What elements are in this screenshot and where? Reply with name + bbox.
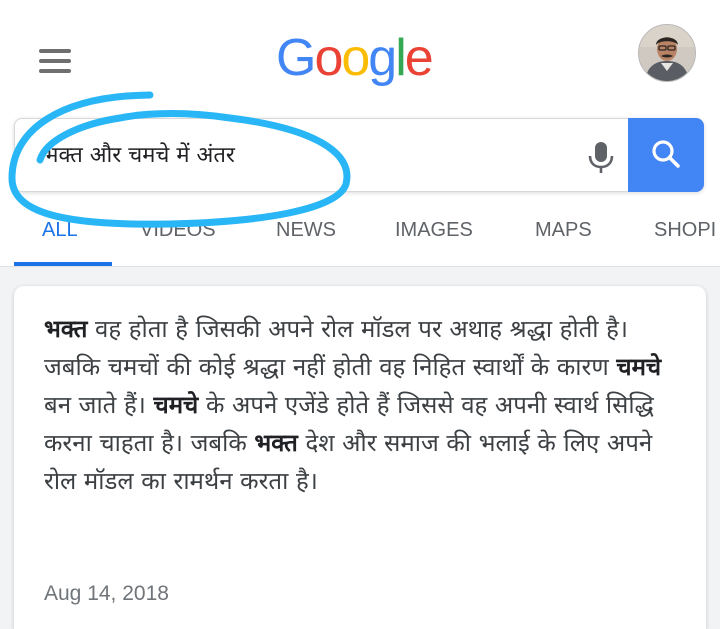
logo-letter: G — [276, 29, 316, 87]
logo-letter: e — [404, 29, 434, 87]
bold-term: भक्त — [254, 429, 298, 457]
user-avatar[interactable] — [638, 24, 696, 82]
snippet-text: भक्त वह होता है जिसकी अपने रोल मॉडल पर अ… — [44, 310, 684, 500]
bold-term: चमचे — [616, 353, 662, 381]
logo-letter: o — [341, 29, 370, 87]
menu-line — [39, 49, 71, 53]
tab-news[interactable]: NEWS — [276, 219, 336, 242]
featured-snippet-card[interactable]: भक्त वह होता है जिसकी अपने रोल मॉडल पर अ… — [14, 286, 706, 629]
logo-letter: g — [368, 29, 397, 87]
microphone-icon[interactable] — [583, 139, 619, 175]
search-icon — [652, 140, 680, 168]
search-input[interactable]: भक्त और चमचे में अंतर — [43, 139, 235, 169]
tab-images[interactable]: IMAGES — [395, 219, 473, 242]
search-bar[interactable]: भक्त और चमचे में अंतर — [14, 118, 704, 192]
active-tab-indicator — [14, 262, 112, 266]
menu-line — [39, 69, 71, 73]
snippet-fragment: वह होता है जिसकी अपने रोल मॉडल पर अथाह श… — [44, 315, 628, 381]
logo-letter: o — [314, 29, 343, 87]
search-button[interactable] — [628, 118, 704, 192]
hamburger-menu-icon[interactable] — [36, 44, 76, 78]
search-tabs: ALL VIDEOS NEWS IMAGES MAPS SHOPI — [0, 205, 720, 267]
menu-line — [39, 59, 71, 63]
tab-shopping[interactable]: SHOPI — [654, 219, 716, 242]
avatar-portrait-icon — [639, 25, 695, 81]
top-bar: Google — [0, 0, 720, 110]
logo-letter: l — [395, 29, 406, 87]
tab-maps[interactable]: MAPS — [535, 219, 592, 242]
tab-videos[interactable]: VIDEOS — [140, 219, 216, 242]
snippet-date: Aug 14, 2018 — [44, 582, 169, 605]
google-logo[interactable]: Google — [276, 26, 434, 90]
bold-term: भक्त — [44, 315, 88, 343]
bold-term: चमचे — [153, 391, 199, 419]
snippet-fragment: बन जाते हैं। — [44, 391, 154, 419]
tab-all[interactable]: ALL — [42, 219, 78, 242]
